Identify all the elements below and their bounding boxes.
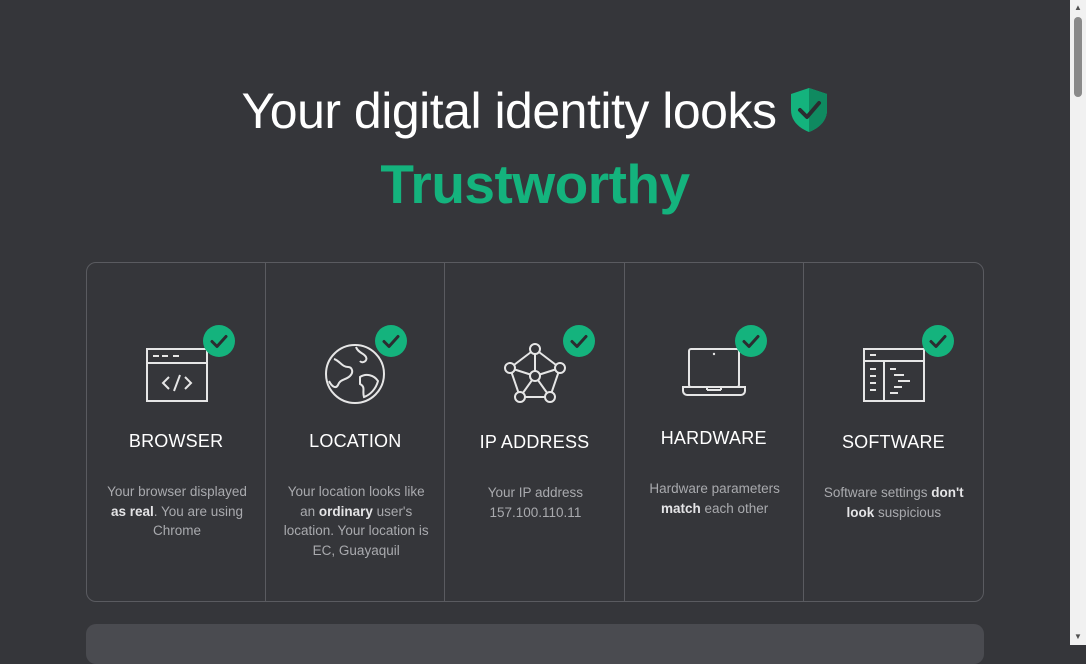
desc-text: Your browser displayed xyxy=(107,484,247,499)
card-description: Hardware parameters match each other xyxy=(640,479,790,518)
scroll-up-icon[interactable]: ▲ xyxy=(1070,0,1086,16)
desc-text: Hardware parameters xyxy=(649,481,780,496)
check-badge-icon xyxy=(203,325,235,357)
card-location: LOCATION Your location looks like an ord… xyxy=(266,263,446,601)
vertical-scrollbar[interactable]: ▲ ▼ xyxy=(1070,0,1086,645)
desc-text: suspicious xyxy=(874,504,942,520)
card-ip-address: IP ADDRESS Your IP address 157.100.110.1… xyxy=(445,263,625,601)
shield-check-icon xyxy=(789,86,829,146)
scroll-thumb[interactable] xyxy=(1074,17,1082,97)
card-description: Your browser displayed as real. You are … xyxy=(102,482,252,541)
card-title: SOFTWARE xyxy=(841,432,945,452)
desc-text: . You are using Chrome xyxy=(152,503,244,539)
card-hardware: HARDWARE Hardware parameters match each … xyxy=(625,263,804,601)
headline-text: Your digital identity looks xyxy=(241,83,778,139)
card-title: HARDWARE xyxy=(660,428,767,448)
verdict-text: Trustworthy xyxy=(380,153,690,215)
network-icon xyxy=(503,343,566,403)
check-badge-icon xyxy=(375,325,408,357)
check-badge-icon xyxy=(921,325,954,357)
card-software: SOFTWARE Software settings don't look su… xyxy=(804,263,983,601)
check-badge-icon xyxy=(734,325,767,357)
card-description: Your IP address 157.100.110.11 xyxy=(460,483,610,522)
desc-emphasis: match xyxy=(660,500,701,516)
card-title: IP ADDRESS xyxy=(479,432,590,452)
scroll-down-icon[interactable]: ▼ xyxy=(1070,629,1086,645)
card-description: Software settings don't look suspicious xyxy=(819,483,969,522)
desc-emphasis: ordinary xyxy=(318,503,373,519)
desc-emphasis: as real xyxy=(110,503,154,519)
card-title: BROWSER xyxy=(128,431,224,451)
software-window-icon xyxy=(863,348,926,402)
check-badge-icon xyxy=(563,325,596,357)
card-browser: BROWSER Your browser displayed as real. … xyxy=(87,263,267,601)
desc-text: each other xyxy=(700,500,769,516)
browser-code-icon xyxy=(146,348,209,402)
desc-text: Software settings xyxy=(823,485,932,500)
page: Your digital identity looks Trustworthy … xyxy=(0,0,1070,664)
checks-panel: BROWSER Your browser displayed as real. … xyxy=(86,262,984,602)
card-title: LOCATION xyxy=(309,431,402,451)
card-description: Your location looks like an ordinary use… xyxy=(281,482,431,560)
next-section-panel xyxy=(86,624,984,664)
page-headline: Your digital identity looks xyxy=(0,82,1070,146)
desc-text: Your IP address 157.100.110.11 xyxy=(487,485,584,520)
